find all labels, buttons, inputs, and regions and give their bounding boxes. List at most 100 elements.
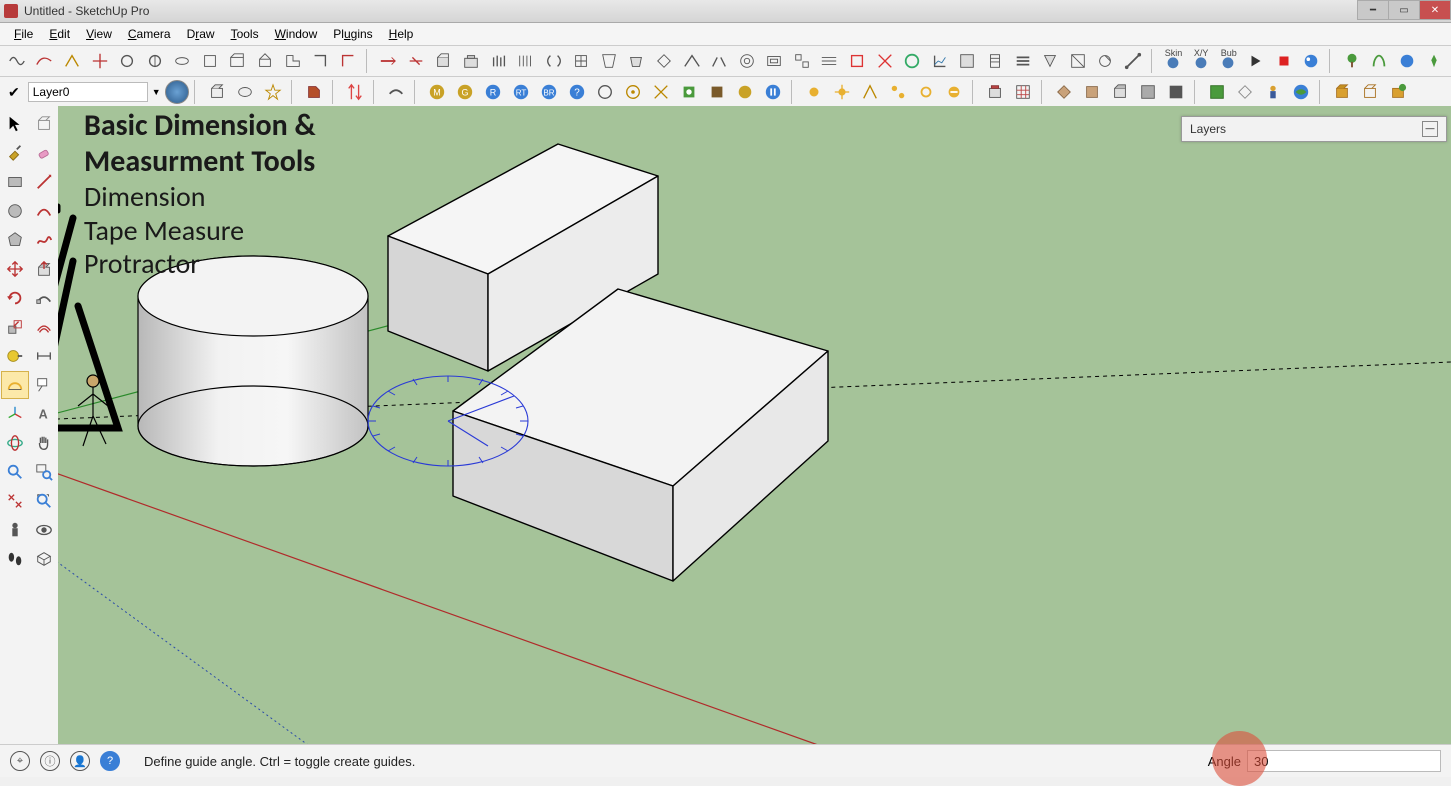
tool-icon[interactable] [1092,48,1118,74]
minimize-button[interactable]: ━ [1357,0,1389,20]
tool-icon[interactable] [913,79,939,105]
tool-icon[interactable] [1120,48,1146,74]
tool-icon[interactable] [1051,79,1077,105]
paint-tool-icon[interactable] [1,139,29,167]
tool-icon[interactable] [648,79,674,105]
tool-icon[interactable] [857,79,883,105]
tool-icon[interactable] [486,48,512,74]
tool-icon[interactable] [829,79,855,105]
protractor-tool-icon[interactable] [1,371,29,399]
tool-icon[interactable] [431,48,457,74]
tool-icon[interactable] [651,48,677,74]
text-tool-icon[interactable] [30,371,58,399]
tool-icon[interactable]: RT [508,79,534,105]
tool-icon[interactable]: G [452,79,478,105]
tool-icon[interactable] [982,48,1008,74]
zoom-extents-tool-icon[interactable] [30,487,58,515]
tool-icon[interactable] [280,48,306,74]
tool-icon[interactable] [403,48,429,74]
pan-tool-icon[interactable] [30,429,58,457]
tool-icon[interactable] [458,48,484,74]
tool-icon[interactable] [568,48,594,74]
tool-icon[interactable] [169,48,195,74]
menu-tools[interactable]: Tools [223,27,267,41]
tool-icon[interactable]: BR [536,79,562,105]
tool-icon[interactable] [592,79,618,105]
zoom-tool-icon[interactable] [1,458,29,486]
tool-icon[interactable] [59,48,85,74]
tool-icon[interactable] [1204,79,1230,105]
tool-icon[interactable] [927,48,953,74]
tool-icon[interactable] [335,48,361,74]
tool-icon[interactable] [1163,79,1189,105]
tool-icon[interactable] [307,48,333,74]
tool-icon[interactable] [1271,48,1297,74]
tool-icon[interactable] [872,48,898,74]
offset-tool-icon[interactable] [30,313,58,341]
tool-icon[interactable] [301,79,327,105]
vcb-input[interactable] [1247,750,1441,772]
zoom-previous-tool-icon[interactable] [1,487,29,515]
panel-minimize-icon[interactable]: — [1422,121,1438,137]
tool-icon[interactable] [1232,79,1258,105]
tool-icon[interactable] [1010,79,1036,105]
tool-icon[interactable] [232,79,258,105]
tool-icon[interactable]: R [480,79,506,105]
tool-icon[interactable]: Skin [1161,48,1187,74]
tool-icon[interactable] [676,79,702,105]
tool-icon[interactable] [1065,48,1091,74]
tool-icon[interactable] [1298,48,1324,74]
tool-icon[interactable]: X/Y [1188,48,1214,74]
section-tool-icon[interactable] [30,545,58,573]
tool-icon[interactable] [1329,79,1355,105]
user-icon[interactable]: 👤 [70,751,90,771]
tool-icon[interactable] [817,48,843,74]
tool-icon[interactable] [1243,48,1269,74]
tool-icon[interactable] [342,79,368,105]
component-tool-icon[interactable] [30,110,58,138]
tool-icon[interactable] [1385,79,1411,105]
tool-icon[interactable] [1107,79,1133,105]
tool-icon[interactable] [1037,48,1063,74]
zoom-window-tool-icon[interactable] [30,458,58,486]
tool-icon[interactable] [844,48,870,74]
eraser-tool-icon[interactable] [30,139,58,167]
tool-icon[interactable] [541,48,567,74]
tool-icon[interactable] [4,48,30,74]
select-tool-icon[interactable] [1,110,29,138]
tool-icon[interactable] [225,48,251,74]
look-around-tool-icon[interactable] [30,516,58,544]
tool-icon[interactable] [204,79,230,105]
tool-icon[interactable] [1260,79,1286,105]
tape-tool-icon[interactable] [1,342,29,370]
tool-icon[interactable] [1339,48,1365,74]
tool-icon[interactable]: M [424,79,450,105]
pushpull-tool-icon[interactable] [30,255,58,283]
menu-view[interactable]: View [78,27,120,41]
maximize-button[interactable]: ▭ [1388,0,1420,20]
followme-tool-icon[interactable] [30,284,58,312]
tool-icon[interactable] [383,79,409,105]
circle-tool-icon[interactable] [1,197,29,225]
dimension-tool-icon[interactable] [30,342,58,370]
3d-viewport[interactable]: Basic Dimension & Measurment Tools Dimen… [58,106,1451,745]
tool-icon[interactable] [596,48,622,74]
tool-icon[interactable] [706,48,732,74]
menu-edit[interactable]: Edit [41,27,78,41]
menu-plugins[interactable]: Plugins [325,27,380,41]
current-layer-input[interactable] [28,82,148,102]
tool-icon[interactable]: ? [564,79,590,105]
tool-icon[interactable] [1010,48,1036,74]
tool-icon[interactable] [32,48,58,74]
tool-icon[interactable] [732,79,758,105]
tool-icon[interactable] [1394,48,1420,74]
layer-visible-icon[interactable]: ✔ [8,84,20,101]
tool-icon[interactable] [762,48,788,74]
menu-window[interactable]: Window [267,27,326,41]
move-tool-icon[interactable] [1,255,29,283]
tool-icon[interactable] [760,79,786,105]
orbit-tool-icon[interactable] [1,429,29,457]
menu-help[interactable]: Help [381,27,422,41]
position-camera-tool-icon[interactable] [1,516,29,544]
layers-panel[interactable]: Layers — [1181,116,1447,142]
